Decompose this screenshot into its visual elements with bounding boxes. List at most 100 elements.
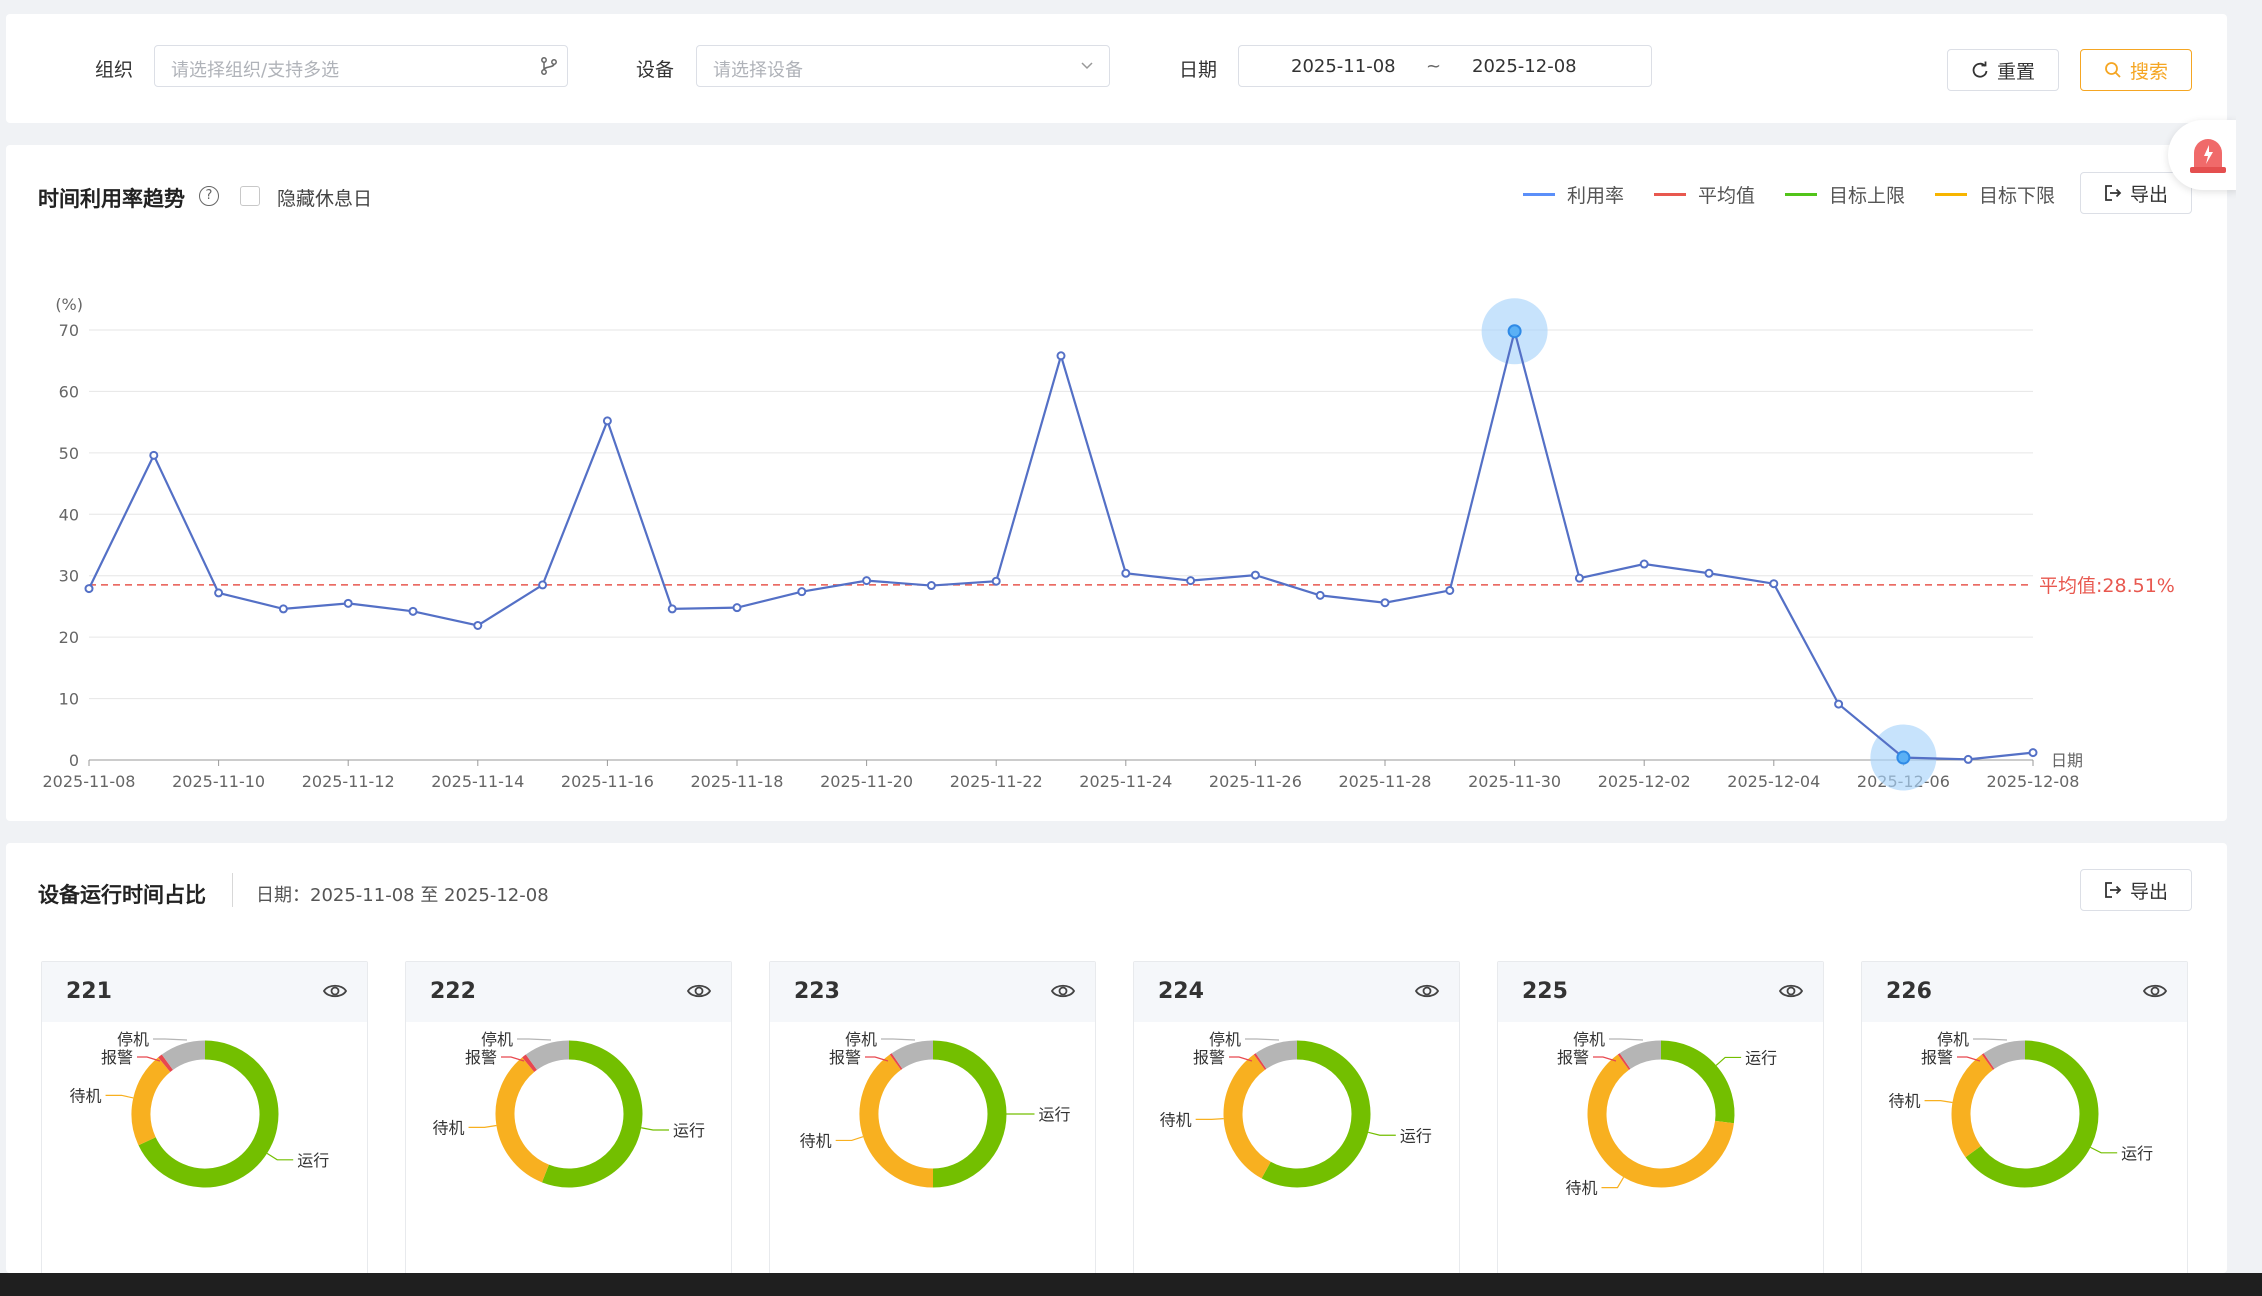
donut-segment[interactable] [1983,1040,2026,1070]
device-card-header: 223 [770,962,1095,1022]
donut-segment[interactable] [541,1040,643,1188]
donut-segment[interactable] [158,1054,174,1073]
data-point[interactable] [797,587,807,597]
page-scrollbar[interactable] [2236,0,2262,1273]
donut-segment-label: 待机 [1565,1179,1597,1198]
data-point[interactable] [473,620,483,630]
data-point[interactable] [1186,576,1196,586]
data-point[interactable] [214,588,224,598]
eye-icon[interactable] [1779,982,1803,1000]
data-point[interactable] [732,603,742,613]
donut-segment[interactable] [1951,1054,1994,1158]
data-point[interactable] [84,584,94,594]
data-point[interactable] [538,580,548,590]
donut-segment[interactable] [859,1054,934,1188]
donut-label-line [1601,1176,1625,1189]
data-point[interactable] [667,604,677,614]
data-point[interactable] [278,604,288,614]
chevron-down-icon [1081,62,1093,70]
x-tick-label: 2025-11-30 [1468,772,1561,791]
data-point[interactable] [991,576,1001,586]
donut-segment[interactable] [131,1057,171,1146]
eye-icon[interactable] [687,982,711,1000]
data-point[interactable] [1963,754,1973,764]
data-point[interactable] [1834,699,1844,709]
device-card: 221 运行 待机 报警 停机 [41,961,368,1273]
donut-segment[interactable] [1223,1054,1272,1179]
donut-segment[interactable] [525,1040,570,1071]
runtime-ratio-panel: 设备运行时间占比 日期：2025-11-08 至 2025-12-08 导出 2… [6,843,2227,1273]
device-donut-chart[interactable]: 运行待机报警停机 [1134,1022,1461,1273]
device-select[interactable]: 请选择设备 [696,45,1110,87]
search-button[interactable]: 搜索 [2080,49,2192,91]
org-placeholder: 请选择组织/支持多选 [171,60,340,81]
donut-segment[interactable] [495,1057,550,1183]
donut-label-line [468,1124,497,1128]
donut-segment[interactable] [932,1040,1007,1188]
donut-segment[interactable] [1619,1040,1662,1070]
device-donut-chart[interactable]: 运行待机报警停机 [42,1022,369,1273]
eye-icon[interactable] [1415,982,1439,1000]
device-donut-chart[interactable]: 运行待机报警停机 [770,1022,1097,1273]
data-point[interactable] [2028,748,2038,758]
donut-segment-label: 停机 [1573,1030,1605,1049]
data-point[interactable] [408,606,418,616]
data-point[interactable] [1769,579,1779,589]
data-point[interactable] [1574,573,1584,583]
donut-segment[interactable] [522,1054,538,1073]
donut-label-line [1973,1038,2008,1041]
data-point[interactable] [1380,598,1390,608]
donut-segment-label: 报警 [1193,1048,1225,1067]
donut-label-line [881,1038,916,1041]
data-point[interactable] [602,416,612,426]
donut-segment-label: 待机 [800,1131,832,1150]
y-tick-label: 0 [69,751,79,770]
device-donut-chart[interactable]: 运行待机报警停机 [1862,1022,2189,1273]
eye-icon[interactable] [1051,982,1075,1000]
data-point[interactable] [1315,590,1325,600]
export-label: 导出 [2129,880,2168,903]
device-donut-chart[interactable]: 运行待机报警停机 [1498,1022,1825,1273]
donut-segment[interactable] [1981,1053,1995,1070]
date-range-picker[interactable]: 2025-11-08 ~ 2025-12-08 [1238,45,1652,87]
data-point[interactable] [862,576,872,586]
data-point[interactable] [1507,324,1522,339]
donut-segment[interactable] [1617,1053,1631,1070]
donut-segment-label: 待机 [70,1086,102,1105]
donut-segment-label: 运行 [2121,1144,2153,1163]
x-tick-label: 2025-12-02 [1598,772,1691,791]
data-point[interactable] [926,581,936,591]
org-select[interactable]: 请选择组织/支持多选 [154,45,568,87]
x-tick-label: 2025-12-04 [1727,772,1820,791]
date-start[interactable]: 2025-11-08 [1291,56,1396,77]
export-button[interactable]: 导出 [2080,869,2192,911]
device-name: 221 [66,979,112,1004]
alert-bell-button[interactable] [2168,120,2238,190]
data-point[interactable] [1704,568,1714,578]
x-axis-label: 日期 [2051,751,2083,770]
data-point[interactable] [1639,559,1649,569]
date-end[interactable]: 2025-12-08 [1472,56,1577,77]
reset-button[interactable]: 重置 [1947,49,2059,91]
donut-segment[interactable] [161,1040,206,1071]
data-point[interactable] [343,598,353,608]
donut-segment[interactable] [1253,1053,1267,1070]
trend-line-chart[interactable]: 0 10 20 30 40 50 60 70 (%) 2025-11-08 2025-11-10 20… [6,145,2227,821]
x-tick-label: 2025-11-16 [561,772,654,791]
data-point[interactable] [149,450,159,460]
data-point[interactable] [1056,351,1066,361]
donut-segment[interactable] [1660,1040,1735,1124]
eye-icon[interactable] [323,982,347,1000]
data-point[interactable] [1250,570,1260,580]
data-point[interactable] [1121,568,1131,578]
donut-segment[interactable] [1255,1040,1298,1070]
donut-segment-label: 运行 [297,1151,329,1170]
donut-segment[interactable] [889,1053,903,1070]
donut-segment[interactable] [1261,1040,1371,1188]
device-donut-chart[interactable]: 运行待机报警停机 [406,1022,733,1273]
donut-segment[interactable] [891,1040,934,1070]
data-point[interactable] [1445,585,1455,595]
data-point[interactable] [1896,750,1911,765]
device-name: 225 [1522,979,1568,1004]
eye-icon[interactable] [2143,982,2167,1000]
